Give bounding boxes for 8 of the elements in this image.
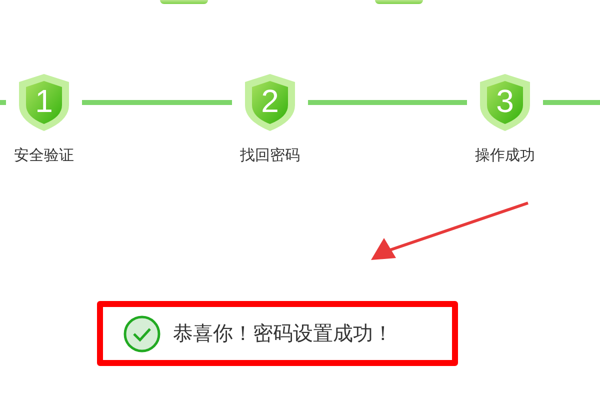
step-label: 找回密码: [240, 146, 300, 165]
step-label: 安全验证: [14, 146, 74, 165]
check-icon: [123, 314, 161, 352]
shield-icon: 2: [244, 73, 296, 132]
shield-icon: 1: [18, 73, 70, 132]
step-label: 操作成功: [475, 146, 535, 165]
success-message: 恭喜你！密码设置成功！: [173, 320, 393, 347]
shield-icon: 3: [479, 73, 531, 132]
